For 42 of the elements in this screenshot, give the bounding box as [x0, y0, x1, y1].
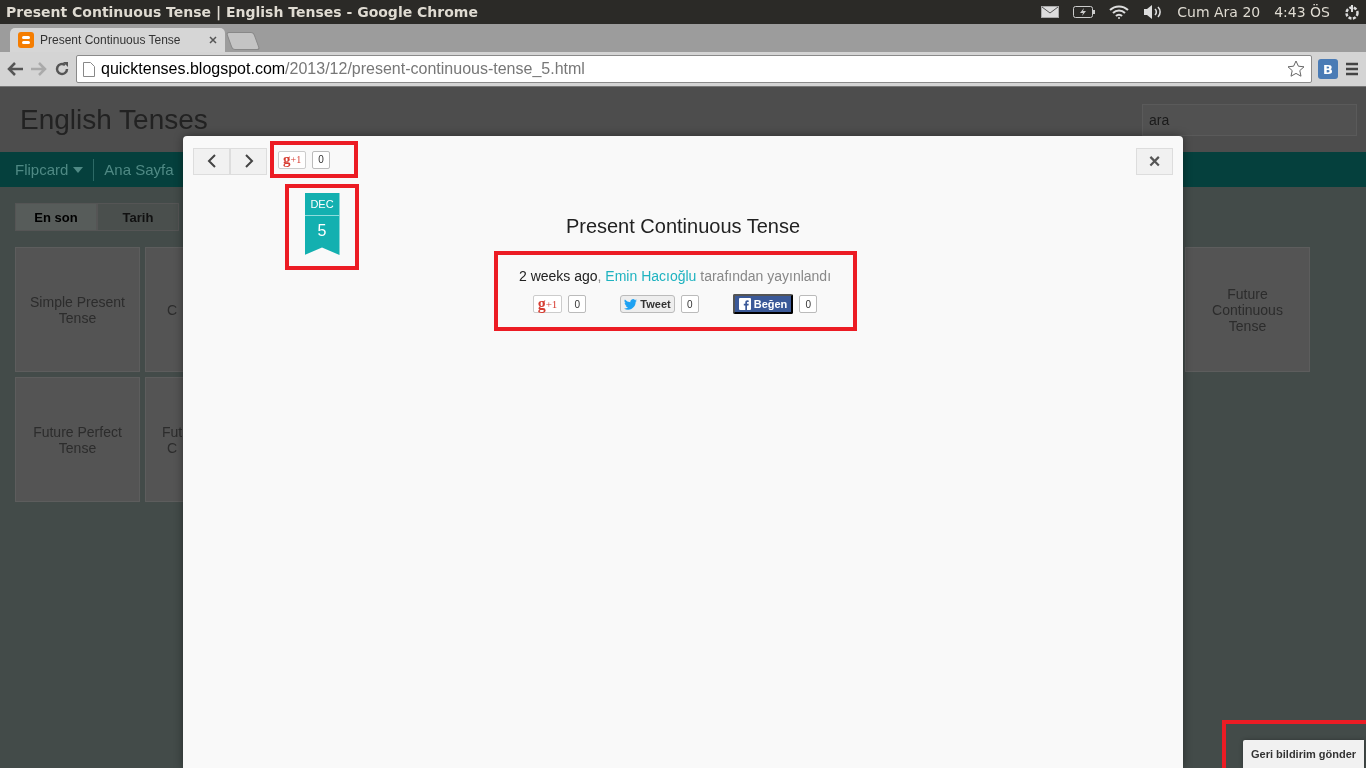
mail-icon[interactable]: [1041, 6, 1060, 18]
back-icon[interactable]: [6, 61, 24, 77]
previous-button[interactable]: [193, 147, 230, 175]
wifi-icon[interactable]: [1109, 5, 1130, 19]
tweet-button[interactable]: Tweet: [620, 295, 675, 313]
feedback-button[interactable]: Geri bildirim gönder: [1243, 740, 1365, 768]
byline-text: 2 weeks ago, Emin Hacıoğlu tarafından yayınlandı: [518, 268, 832, 284]
volume-icon[interactable]: [1143, 4, 1164, 20]
share-count: 0: [312, 150, 331, 169]
extension-button[interactable]: B: [1318, 59, 1338, 79]
date-ribbon: DEC 5: [304, 193, 340, 255]
letter-f-icon: [738, 298, 751, 310]
nav-link[interactable]: Ana Sayfa: [104, 161, 174, 178]
next-button[interactable]: [230, 147, 267, 175]
address-bar[interactable]: quicktenses.blogspot.com/2013/12/present-continuous-tense_5.html: [76, 55, 1312, 83]
window-title: Present Continuous Tense | English Tenses - Google Chrome: [6, 4, 479, 20]
share-count: 0: [799, 295, 818, 313]
browser-tab[interactable]: Present Continuous Tense: [10, 28, 225, 52]
google-plus-one-button[interactable]: g+1: [532, 295, 563, 313]
star-icon[interactable]: [1287, 60, 1305, 78]
battery-icon[interactable]: [1073, 6, 1096, 18]
page-icon: [83, 61, 95, 77]
like-button[interactable]: Beğen: [732, 294, 794, 314]
menu-icon[interactable]: [1344, 61, 1360, 77]
date-text[interactable]: Cum Ara 20: [1177, 4, 1261, 20]
sort-tab[interactable]: En son: [15, 203, 97, 231]
close-button[interactable]: ×: [1136, 147, 1173, 175]
chevron-right-icon: [243, 154, 254, 168]
share-count: 0: [568, 295, 587, 313]
reload-icon[interactable]: [54, 61, 70, 77]
blogger-icon: [18, 32, 34, 48]
caret-icon: [73, 166, 84, 173]
share-count: 0: [680, 295, 699, 313]
post-title: Present Continuous Tense: [565, 214, 801, 238]
bird-icon: [624, 298, 638, 310]
author-link[interactable]: Emin Hacıoğlu: [605, 268, 697, 284]
clock-text[interactable]: 4:43 ÖS: [1274, 4, 1330, 20]
power-icon[interactable]: [1344, 4, 1360, 20]
close-icon[interactable]: [209, 36, 217, 44]
chevron-left-icon: [206, 154, 217, 168]
nav-dropdown[interactable]: Flipcard: [15, 161, 84, 178]
google-plus-one-button[interactable]: g+1: [278, 150, 307, 169]
